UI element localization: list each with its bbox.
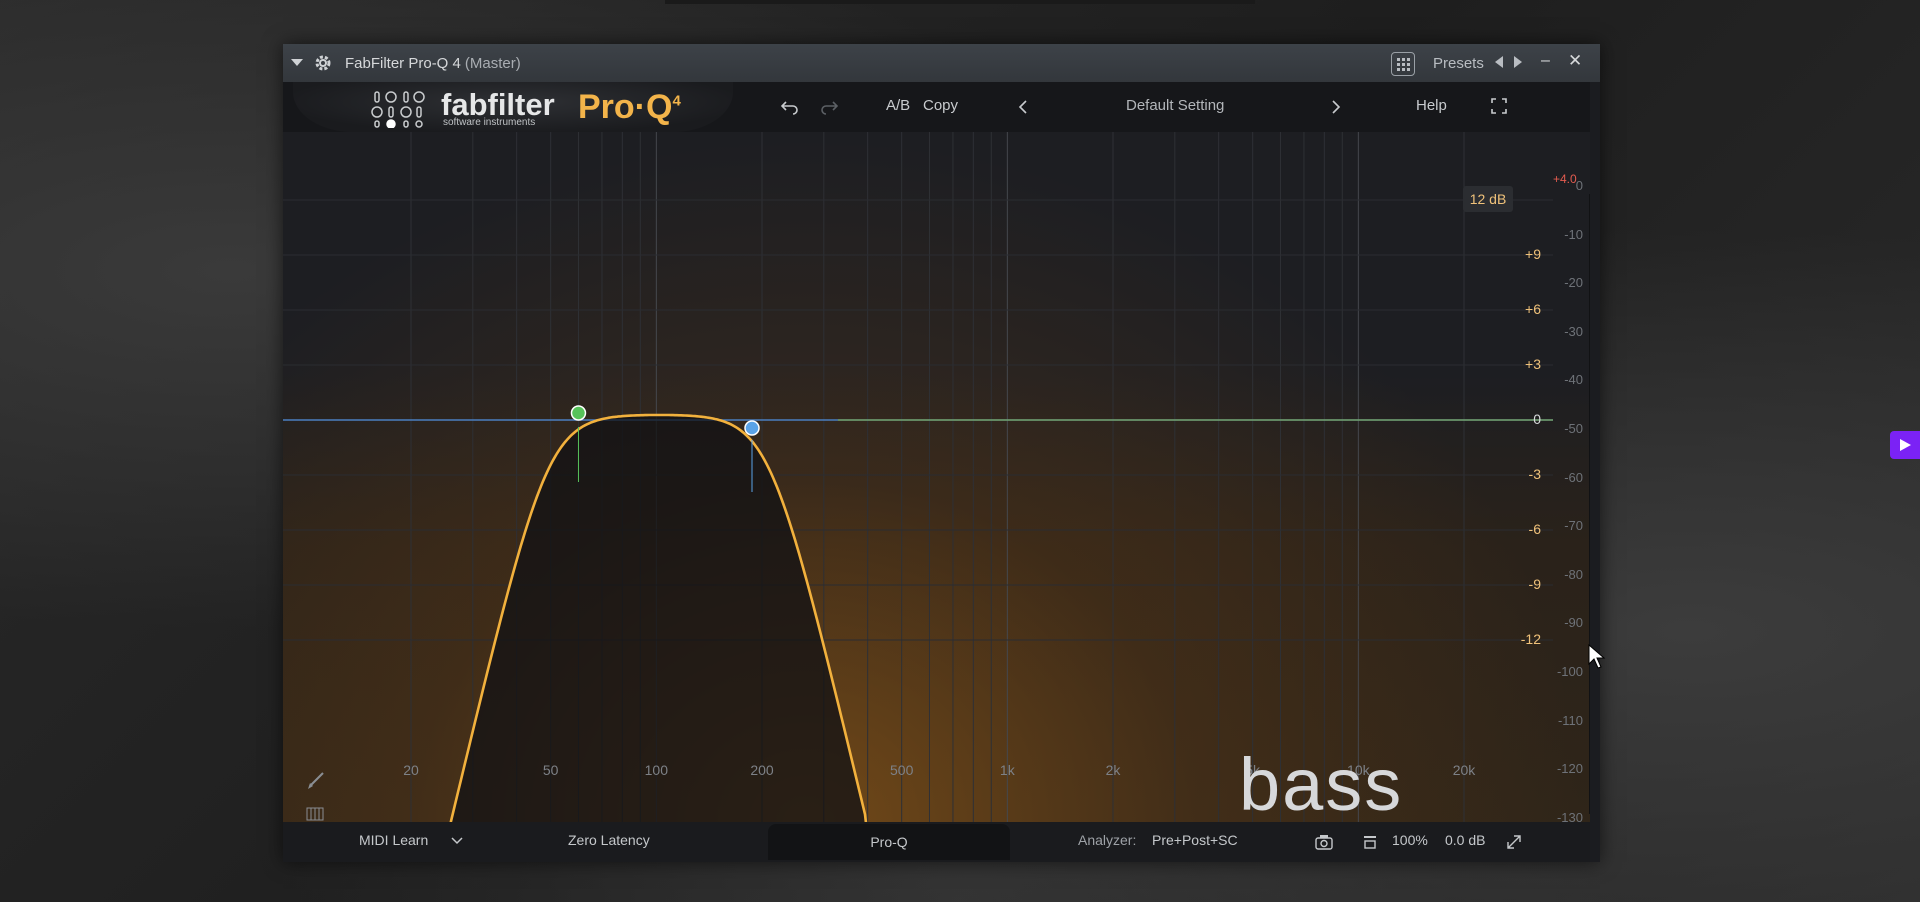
preset-prev-icon[interactable] xyxy=(1493,55,1505,69)
frequency-label: 100 xyxy=(644,762,669,778)
zoom-level[interactable]: 100% xyxy=(1392,832,1428,848)
instance-label: bass xyxy=(1239,743,1404,822)
play-icon xyxy=(1900,439,1911,451)
undo-icon[interactable] xyxy=(781,99,799,115)
tab-pro-q[interactable]: Pro-Q xyxy=(768,824,1010,860)
gain-label: +3 xyxy=(1525,356,1541,372)
eq-display[interactable]: 12 dB +4.0 +9 +6 +3 0 -3 -6 -9 -12 0 -10 -20 -30 -4… xyxy=(283,132,1590,822)
product-name: Pro·Q4 xyxy=(578,88,681,126)
plugin-window: FabFilter Pro-Q 4 (Master) Presets – ✕ fa… xyxy=(283,44,1600,862)
analyzer-db-label: -30 xyxy=(1564,323,1583,339)
frequency-label: 20k xyxy=(1452,762,1476,778)
frequency-label: 2k xyxy=(1105,762,1121,778)
camera-icon[interactable] xyxy=(1315,834,1333,850)
analyzer-db-label: -70 xyxy=(1564,518,1583,534)
frequency-label: 20 xyxy=(403,762,419,778)
host-top-strip xyxy=(665,0,1255,4)
minimize-icon[interactable]: – xyxy=(1541,52,1550,70)
logo-panel: fabfilter software instruments Pro·Q4 xyxy=(293,82,733,132)
analyzer-db-label: -50 xyxy=(1564,421,1583,436)
analyzer-db-label: -40 xyxy=(1564,372,1583,388)
analyzer-db-label: -120 xyxy=(1556,761,1583,777)
gain-label: +9 xyxy=(1525,246,1541,262)
gear-icon[interactable] xyxy=(313,53,333,73)
close-icon[interactable]: ✕ xyxy=(1568,51,1582,71)
piano-icon[interactable] xyxy=(306,807,324,821)
analyzer-db-label: -110 xyxy=(1557,712,1583,728)
latency-mode[interactable]: Zero Latency xyxy=(568,832,650,848)
plugin-header: fabfilter software instruments Pro·Q4 A/… xyxy=(283,82,1590,132)
brand-subtitle: software instruments xyxy=(443,117,536,128)
pen-icon[interactable] xyxy=(308,772,324,789)
analyzer-db-label: -60 xyxy=(1564,469,1583,485)
analyzer-mode[interactable]: Pre+Post+SC xyxy=(1152,832,1238,848)
analyzer-db-label: -20 xyxy=(1564,275,1583,291)
gain-label: 0 xyxy=(1533,411,1541,427)
band-2-node[interactable] xyxy=(744,420,760,436)
mouse-cursor-icon xyxy=(1588,644,1606,669)
band-1-node[interactable] xyxy=(570,405,587,421)
gain-label: +6 xyxy=(1525,301,1541,317)
fabfilter-logo-icon xyxy=(371,91,425,128)
analyzer-db-label: 0 xyxy=(1575,178,1583,193)
gain-label: -9 xyxy=(1528,576,1541,592)
frequency-label: 200 xyxy=(750,762,774,778)
presets-button[interactable]: Presets xyxy=(1433,55,1484,72)
preset-name[interactable]: Default Setting xyxy=(1126,97,1224,114)
display-range-badge[interactable]: 12 dB xyxy=(1463,186,1513,212)
output-meter xyxy=(1589,194,1590,814)
analyzer-db-label: -100 xyxy=(1556,664,1583,679)
output-gain[interactable]: 0.0 dB xyxy=(1445,832,1485,848)
analyzer-db-label: -10 xyxy=(1564,226,1583,242)
redo-icon[interactable] xyxy=(820,99,838,115)
titlebar: FabFilter Pro-Q 4 (Master) Presets – ✕ xyxy=(283,44,1600,82)
resize-icon[interactable] xyxy=(1506,834,1522,850)
analyzer-db-label: -130 xyxy=(1556,809,1583,822)
ab-button[interactable]: A/B xyxy=(886,97,910,114)
browser-grid-icon[interactable] xyxy=(1391,52,1415,76)
analyzer-db-label: -80 xyxy=(1564,566,1583,582)
eq-graph-canvas[interactable] xyxy=(283,132,1590,822)
midi-learn-button[interactable]: MIDI Learn xyxy=(359,832,428,848)
frequency-label: 1k xyxy=(999,762,1015,778)
help-button[interactable]: Help xyxy=(1416,97,1447,114)
chevron-down-icon[interactable] xyxy=(451,837,463,845)
play-badge[interactable] xyxy=(1890,431,1920,459)
chevron-left-icon[interactable] xyxy=(1018,100,1028,114)
preset-next-icon[interactable] xyxy=(1512,55,1524,69)
gain-label: -6 xyxy=(1528,521,1541,537)
analyzer-db-label: -90 xyxy=(1564,615,1583,631)
collapse-arrow-icon[interactable] xyxy=(291,59,303,67)
chevron-right-icon[interactable] xyxy=(1331,100,1341,114)
footer-bar: MIDI Learn Zero Latency Pro-Q Analyzer: … xyxy=(283,822,1590,862)
analyzer-label: Analyzer: xyxy=(1078,832,1137,848)
output-options-icon[interactable] xyxy=(1363,834,1377,850)
gain-label: -3 xyxy=(1528,466,1541,482)
frequency-label: 50 xyxy=(542,762,559,778)
fullscreen-icon[interactable] xyxy=(1491,98,1507,114)
frequency-label: 500 xyxy=(889,762,914,778)
gain-label: -12 xyxy=(1520,631,1541,647)
window-title: FabFilter Pro-Q 4 (Master) xyxy=(345,55,521,72)
copy-button[interactable]: Copy xyxy=(923,97,958,114)
